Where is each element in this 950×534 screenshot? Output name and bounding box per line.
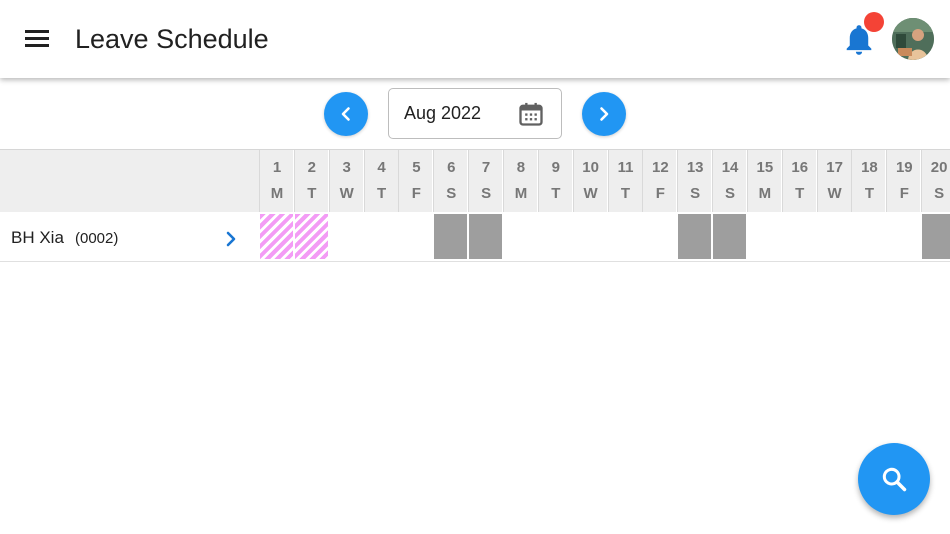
day-column-header: 2T: [293, 150, 328, 212]
day-number: 11: [617, 159, 634, 176]
user-avatar[interactable]: [892, 18, 934, 60]
day-column-header: 8M: [502, 150, 537, 212]
weekday-letter: S: [446, 185, 457, 202]
page-title: Leave Schedule: [75, 24, 269, 54]
day-column-header: 3W: [328, 150, 363, 212]
weekday-letter: T: [864, 185, 875, 202]
weekday-letter: S: [725, 185, 736, 202]
day-number: 15: [756, 159, 774, 176]
month-picker[interactable]: Aug 2022: [388, 88, 562, 139]
day-number: 4: [377, 159, 386, 176]
day-column-header: 11 T: [607, 150, 642, 212]
day-number: 1: [272, 159, 282, 176]
day-column-header: 10 W: [572, 150, 607, 212]
menu-icon[interactable]: [24, 28, 50, 50]
weekday-letter: S: [481, 185, 492, 202]
weekday-letter: M: [270, 185, 284, 202]
weekend-day-cell[interactable]: [469, 214, 503, 259]
day-column-header: 5F: [398, 150, 433, 212]
weekday-letter: T: [620, 185, 631, 202]
weekday-letter: F: [899, 185, 909, 202]
day-column-header: 4T: [363, 150, 398, 212]
weekday-letter: W: [583, 185, 598, 202]
day-number: 6: [447, 159, 456, 176]
weekday-letter: T: [795, 185, 805, 202]
day-column-header: 18 T: [851, 150, 886, 212]
weekend-day-cell[interactable]: [713, 214, 747, 259]
day-number: 5: [412, 159, 421, 176]
weekday-letter: W: [827, 185, 842, 202]
day-column-header: 14 S: [712, 150, 747, 212]
day-column-header: 13 S: [677, 150, 712, 212]
weekday-letter: F: [655, 185, 665, 202]
day-number: 3: [342, 159, 351, 176]
weekday-letter: M: [758, 185, 772, 202]
weekday-letter: S: [690, 185, 701, 202]
day-number: 20: [930, 159, 948, 176]
employee-code: (0002): [75, 230, 119, 247]
selected-month: Aug 2022: [404, 103, 482, 123]
weekday-letter: W: [339, 185, 354, 202]
day-number: 2: [307, 159, 317, 176]
weekend-day-cell[interactable]: [678, 214, 712, 259]
weekday-letter: T: [376, 185, 387, 202]
day-column-header: 17 W: [816, 150, 851, 212]
calendar-icon: [519, 102, 543, 126]
day-column-header: 15 M: [746, 150, 781, 212]
leave-day-cell[interactable]: [260, 214, 293, 259]
leave-day-cell[interactable]: [294, 214, 328, 259]
day-number: 18: [861, 159, 878, 176]
day-column-header: 16 T: [781, 150, 816, 212]
weekday-letter: T: [551, 185, 561, 202]
weekend-day-cell[interactable]: [434, 214, 468, 259]
weekday-letter: M: [514, 185, 528, 202]
day-number: 13: [686, 159, 704, 176]
next-month-button[interactable]: [582, 92, 626, 136]
weekday-letter: T: [307, 185, 317, 202]
row-divider: [0, 261, 950, 262]
day-column-header: 7S: [468, 150, 503, 212]
chevron-right-icon[interactable]: [222, 229, 240, 254]
day-number: 10: [582, 159, 599, 176]
day-column-header: 19 F: [886, 150, 921, 212]
employee-name: BH Xia: [11, 228, 64, 247]
day-number: 8: [516, 159, 526, 176]
day-column-header: 9T: [537, 150, 572, 212]
weekday-letter: F: [411, 185, 421, 202]
day-number: 14: [721, 159, 739, 176]
search-icon: [882, 467, 907, 492]
weekday-letter: S: [934, 185, 945, 202]
day-number: 17: [826, 159, 843, 176]
day-number: 9: [551, 159, 560, 176]
day-column-header: 6S: [433, 150, 468, 212]
day-column-header: 20 S: [921, 150, 950, 212]
weekend-day-cell[interactable]: [922, 214, 950, 259]
day-number: 7: [481, 159, 491, 176]
search-button[interactable]: [858, 443, 930, 515]
app-bar: Leave Schedule: [0, 0, 950, 78]
day-column-header: 1M: [259, 150, 293, 212]
day-column-header: 12 F: [642, 150, 677, 212]
employee-column-header: [0, 150, 259, 212]
day-number: 16: [791, 159, 809, 176]
chevron-left-icon: [341, 107, 350, 121]
chevron-right-icon: [600, 107, 609, 121]
previous-month-button[interactable]: [324, 92, 368, 136]
day-number: 19: [895, 159, 913, 176]
day-number: 12: [652, 159, 669, 176]
notification-badge: [864, 12, 884, 32]
